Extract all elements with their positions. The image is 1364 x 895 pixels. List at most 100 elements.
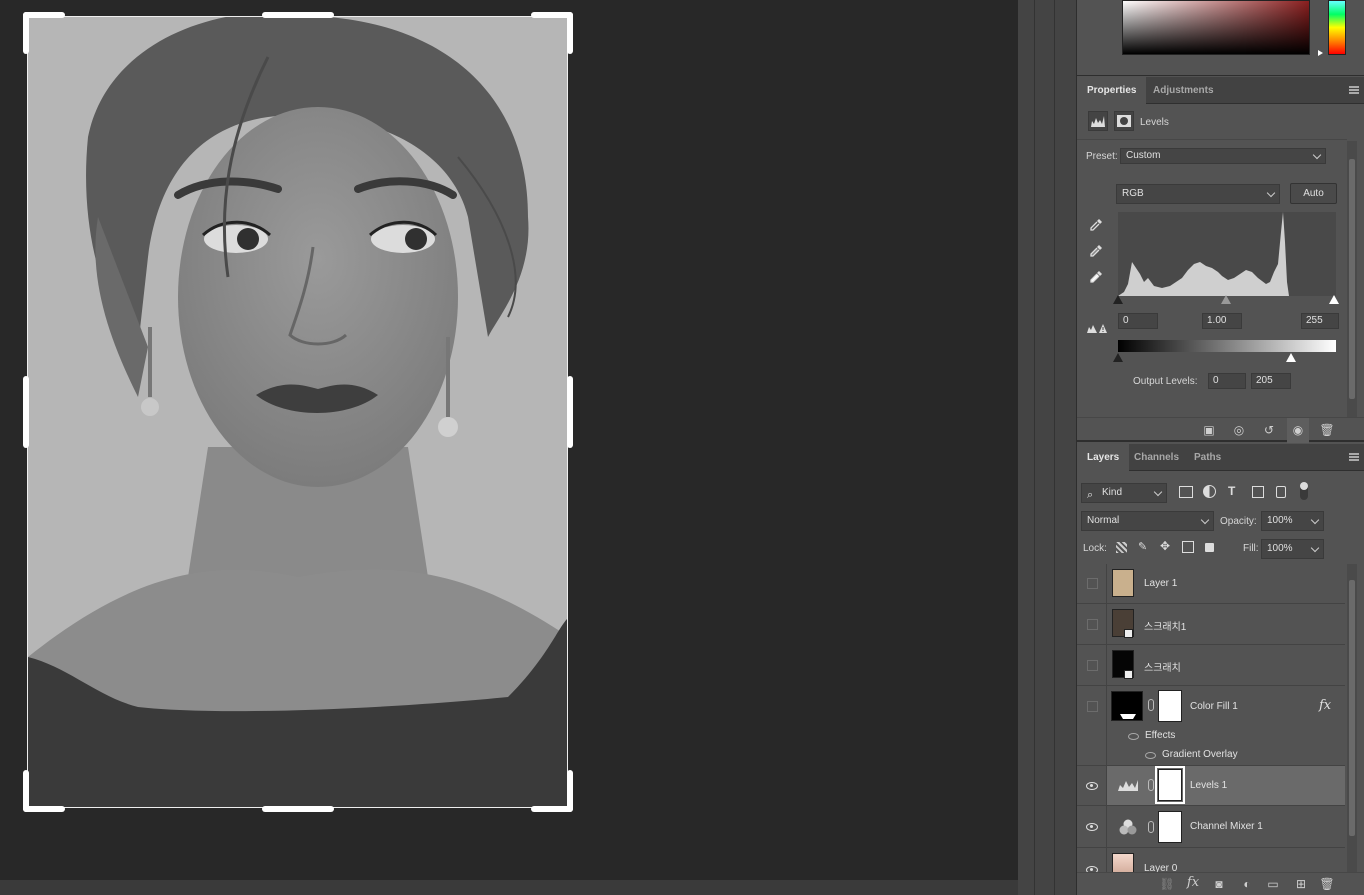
color-picker-panel (1077, 0, 1364, 76)
link-icon[interactable] (1148, 699, 1154, 711)
transform-handle-bottom-mid[interactable] (262, 806, 334, 812)
hue-slider[interactable] (1328, 0, 1346, 55)
layer-row-layer-0[interactable]: Layer 0 (1077, 848, 1345, 872)
link-icon[interactable] (1148, 779, 1154, 791)
transform-handle-bottom-left[interactable] (23, 806, 65, 812)
layers-scrollbar[interactable] (1347, 564, 1357, 872)
transform-handle-mid-left[interactable] (23, 376, 29, 448)
input-black-slider[interactable] (1113, 295, 1123, 304)
effects-visibility-icon[interactable] (1128, 733, 1139, 740)
visibility-toggle[interactable] (1087, 578, 1098, 589)
layer-mask-thumbnail[interactable] (1158, 811, 1182, 843)
tab-channels[interactable]: Channels (1124, 444, 1189, 471)
view-previous-state-icon[interactable]: ◎ (1231, 423, 1247, 437)
output-white-field[interactable]: 205 (1251, 373, 1291, 389)
properties-scrollbar[interactable] (1347, 141, 1357, 417)
layer-mask-thumbnail[interactable] (1155, 766, 1185, 804)
opacity-field[interactable]: 100% (1261, 511, 1324, 531)
layer-row-scratch-1[interactable]: 스크래치1 (1077, 604, 1345, 645)
layer-name[interactable]: Layer 1 (1144, 578, 1177, 589)
fill-field[interactable]: 100% (1261, 539, 1324, 559)
add-layer-style-icon[interactable]: fx (1185, 876, 1201, 890)
layer-filter-dropdown[interactable]: ⌕ Kind (1081, 483, 1167, 503)
reset-icon[interactable]: ↺ (1261, 423, 1277, 437)
transform-handle-top-left[interactable] (23, 12, 65, 18)
output-white-slider[interactable] (1286, 353, 1296, 362)
mask-icon[interactable] (1114, 111, 1134, 131)
new-layer-icon[interactable]: ⊞ (1293, 877, 1309, 891)
fx-icon[interactable]: fx (1319, 698, 1331, 713)
layer-row-scratch[interactable]: 스크래치 (1077, 645, 1345, 686)
transform-handle-top-left-v[interactable] (23, 12, 29, 54)
tab-layers[interactable]: Layers (1077, 444, 1130, 471)
lock-transparent-icon[interactable] (1116, 542, 1127, 553)
lock-image-icon[interactable]: ✎ (1138, 540, 1147, 553)
layer-name[interactable]: Layer 0 (1144, 863, 1177, 872)
tab-adjustments[interactable]: Adjustments (1143, 77, 1224, 104)
document-canvas[interactable] (27, 16, 568, 808)
layer-row-channel-mixer-1[interactable]: Channel Mixer 1 (1077, 806, 1345, 848)
lock-position-icon[interactable]: ✥ (1160, 539, 1170, 553)
layer-name[interactable]: Color Fill 1 (1190, 701, 1238, 712)
input-gamma-field[interactable]: 1.00 (1202, 313, 1242, 329)
transform-handle-bottom-left-v[interactable] (23, 770, 29, 812)
transform-handle-top-mid[interactable] (262, 12, 334, 18)
canvas-area[interactable] (0, 0, 1018, 880)
transform-handle-bottom-right-v[interactable] (567, 770, 573, 812)
filter-type-icon[interactable]: T (1228, 484, 1235, 498)
clipping-warning-icon[interactable] (1086, 321, 1108, 335)
white-point-eyedropper-icon[interactable] (1088, 269, 1104, 285)
layer-row-layer-1[interactable]: Layer 1 (1077, 564, 1345, 604)
transform-handle-top-right-v[interactable] (567, 12, 573, 54)
tab-properties[interactable]: Properties (1077, 77, 1147, 104)
visibility-eye-icon[interactable] (1086, 823, 1098, 831)
layer-name[interactable]: Levels 1 (1190, 780, 1227, 791)
link-icon[interactable] (1148, 821, 1154, 833)
input-white-slider[interactable] (1329, 295, 1339, 304)
preset-dropdown[interactable]: Custom (1120, 148, 1326, 164)
layers-panel-menu-icon[interactable] (1349, 453, 1359, 461)
filter-shape-icon[interactable] (1252, 486, 1264, 498)
delete-adjustment-icon[interactable]: 🗑 (1319, 423, 1335, 437)
new-group-icon[interactable]: ▭ (1265, 877, 1281, 891)
clip-to-layer-icon[interactable]: ▣ (1201, 423, 1217, 437)
input-black-field[interactable]: 0 (1118, 313, 1158, 329)
tab-paths[interactable]: Paths (1184, 444, 1231, 471)
channel-dropdown[interactable]: RGB (1116, 184, 1280, 204)
lock-all-icon[interactable] (1205, 543, 1214, 552)
add-mask-icon[interactable]: ◙ (1211, 877, 1227, 891)
output-black-slider[interactable] (1113, 353, 1123, 362)
toggle-visibility-icon[interactable]: ◉ (1287, 418, 1309, 443)
input-white-field[interactable]: 255 (1301, 313, 1339, 329)
filter-toggle[interactable] (1300, 482, 1308, 500)
link-layers-icon[interactable]: ⛓ (1159, 877, 1175, 891)
panel-menu-icon[interactable] (1349, 86, 1359, 94)
hue-slider-marker[interactable] (1318, 50, 1323, 56)
blend-mode-dropdown[interactable]: Normal (1081, 511, 1214, 531)
layer-row-levels-1[interactable]: Levels 1 (1077, 766, 1345, 806)
gray-point-eyedropper-icon[interactable] (1088, 243, 1104, 259)
input-gamma-slider[interactable] (1221, 295, 1231, 304)
black-point-eyedropper-icon[interactable] (1088, 217, 1104, 233)
visibility-toggle[interactable] (1087, 660, 1098, 671)
lock-artboard-icon[interactable] (1182, 541, 1194, 553)
gradient-overlay-visibility-icon[interactable] (1145, 752, 1156, 759)
visibility-toggle[interactable] (1087, 701, 1098, 712)
delete-layer-icon[interactable]: 🗑 (1319, 877, 1335, 891)
filter-adjustment-icon[interactable] (1203, 485, 1216, 498)
auto-button[interactable]: Auto (1290, 183, 1337, 204)
layer-row-color-fill-1[interactable]: Color Fill 1 fx Effects Gradient Overlay (1077, 686, 1345, 766)
output-black-field[interactable]: 0 (1208, 373, 1246, 389)
transform-handle-mid-right[interactable] (567, 376, 573, 448)
filter-pixel-icon[interactable] (1179, 486, 1193, 498)
filter-smart-object-icon[interactable] (1276, 486, 1286, 498)
new-adjustment-layer-icon[interactable]: ◐ (1239, 877, 1255, 891)
visibility-toggle[interactable] (1087, 619, 1098, 630)
layer-mask-thumbnail[interactable] (1158, 690, 1182, 722)
color-field[interactable] (1122, 0, 1310, 55)
layer-name[interactable]: Channel Mixer 1 (1190, 821, 1263, 832)
visibility-eye-icon[interactable] (1086, 782, 1098, 790)
layer-name[interactable]: 스크래치 (1144, 659, 1181, 674)
layer-name[interactable]: 스크래치1 (1144, 618, 1186, 633)
status-bar (0, 880, 1018, 895)
